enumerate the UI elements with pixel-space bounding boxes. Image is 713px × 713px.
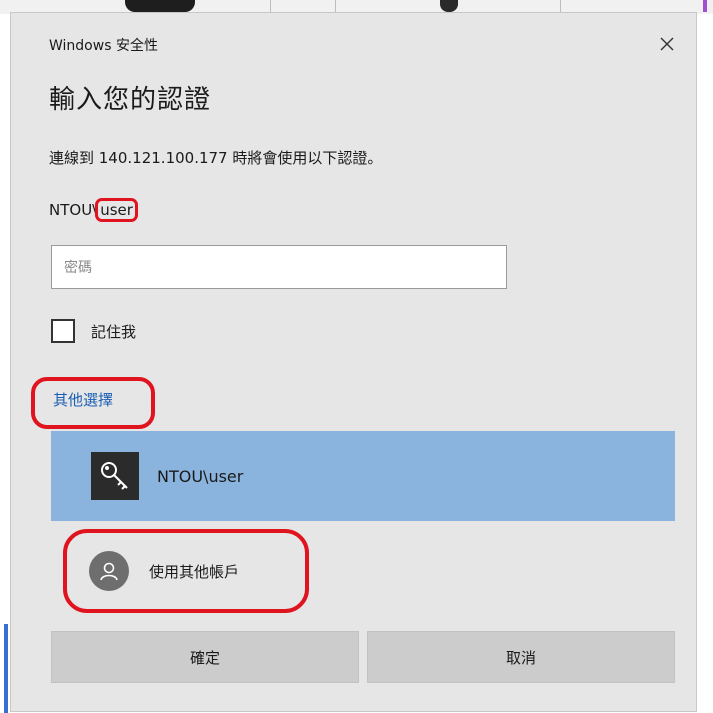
remember-me[interactable]: 記住我 bbox=[51, 319, 136, 343]
dialog-heading: 輸入您的認證 bbox=[49, 85, 212, 115]
account-option-selected[interactable]: NTOU\user bbox=[51, 431, 675, 521]
account-name: NTOU\user bbox=[157, 466, 244, 486]
more-choices-link[interactable]: 其他選擇 bbox=[53, 389, 113, 410]
remember-checkbox[interactable] bbox=[51, 319, 75, 343]
screen: Windows 安全性 輸入您的認證 連線到 140.121.100.177 時… bbox=[0, 0, 713, 713]
password-input[interactable]: 密碼 bbox=[51, 245, 507, 289]
cancel-button[interactable]: 取消 bbox=[367, 631, 675, 683]
credential-dialog: Windows 安全性 輸入您的認證 連線到 140.121.100.177 時… bbox=[10, 12, 697, 712]
background-edge bbox=[0, 14, 10, 713]
background-shape bbox=[125, 0, 195, 12]
ok-button[interactable]: 確定 bbox=[51, 631, 359, 683]
key-icon bbox=[91, 452, 139, 500]
connection-info: 連線到 140.121.100.177 時將會使用以下認證。 bbox=[49, 149, 383, 167]
close-button[interactable] bbox=[654, 31, 680, 57]
dialog-title: Windows 安全性 bbox=[49, 38, 158, 54]
background-divider bbox=[335, 0, 336, 12]
background-accent bbox=[703, 0, 707, 12]
annotation-circle bbox=[63, 529, 309, 613]
user-domain: NTOU\ bbox=[49, 201, 98, 219]
background-divider bbox=[270, 0, 271, 12]
username-highlight: user bbox=[95, 198, 138, 222]
username-display: NTOU\ user bbox=[49, 198, 138, 222]
remember-label: 記住我 bbox=[91, 322, 137, 341]
close-icon bbox=[660, 37, 674, 51]
background-divider bbox=[560, 0, 561, 12]
password-placeholder: 密碼 bbox=[64, 260, 92, 276]
background-accent bbox=[4, 624, 8, 713]
